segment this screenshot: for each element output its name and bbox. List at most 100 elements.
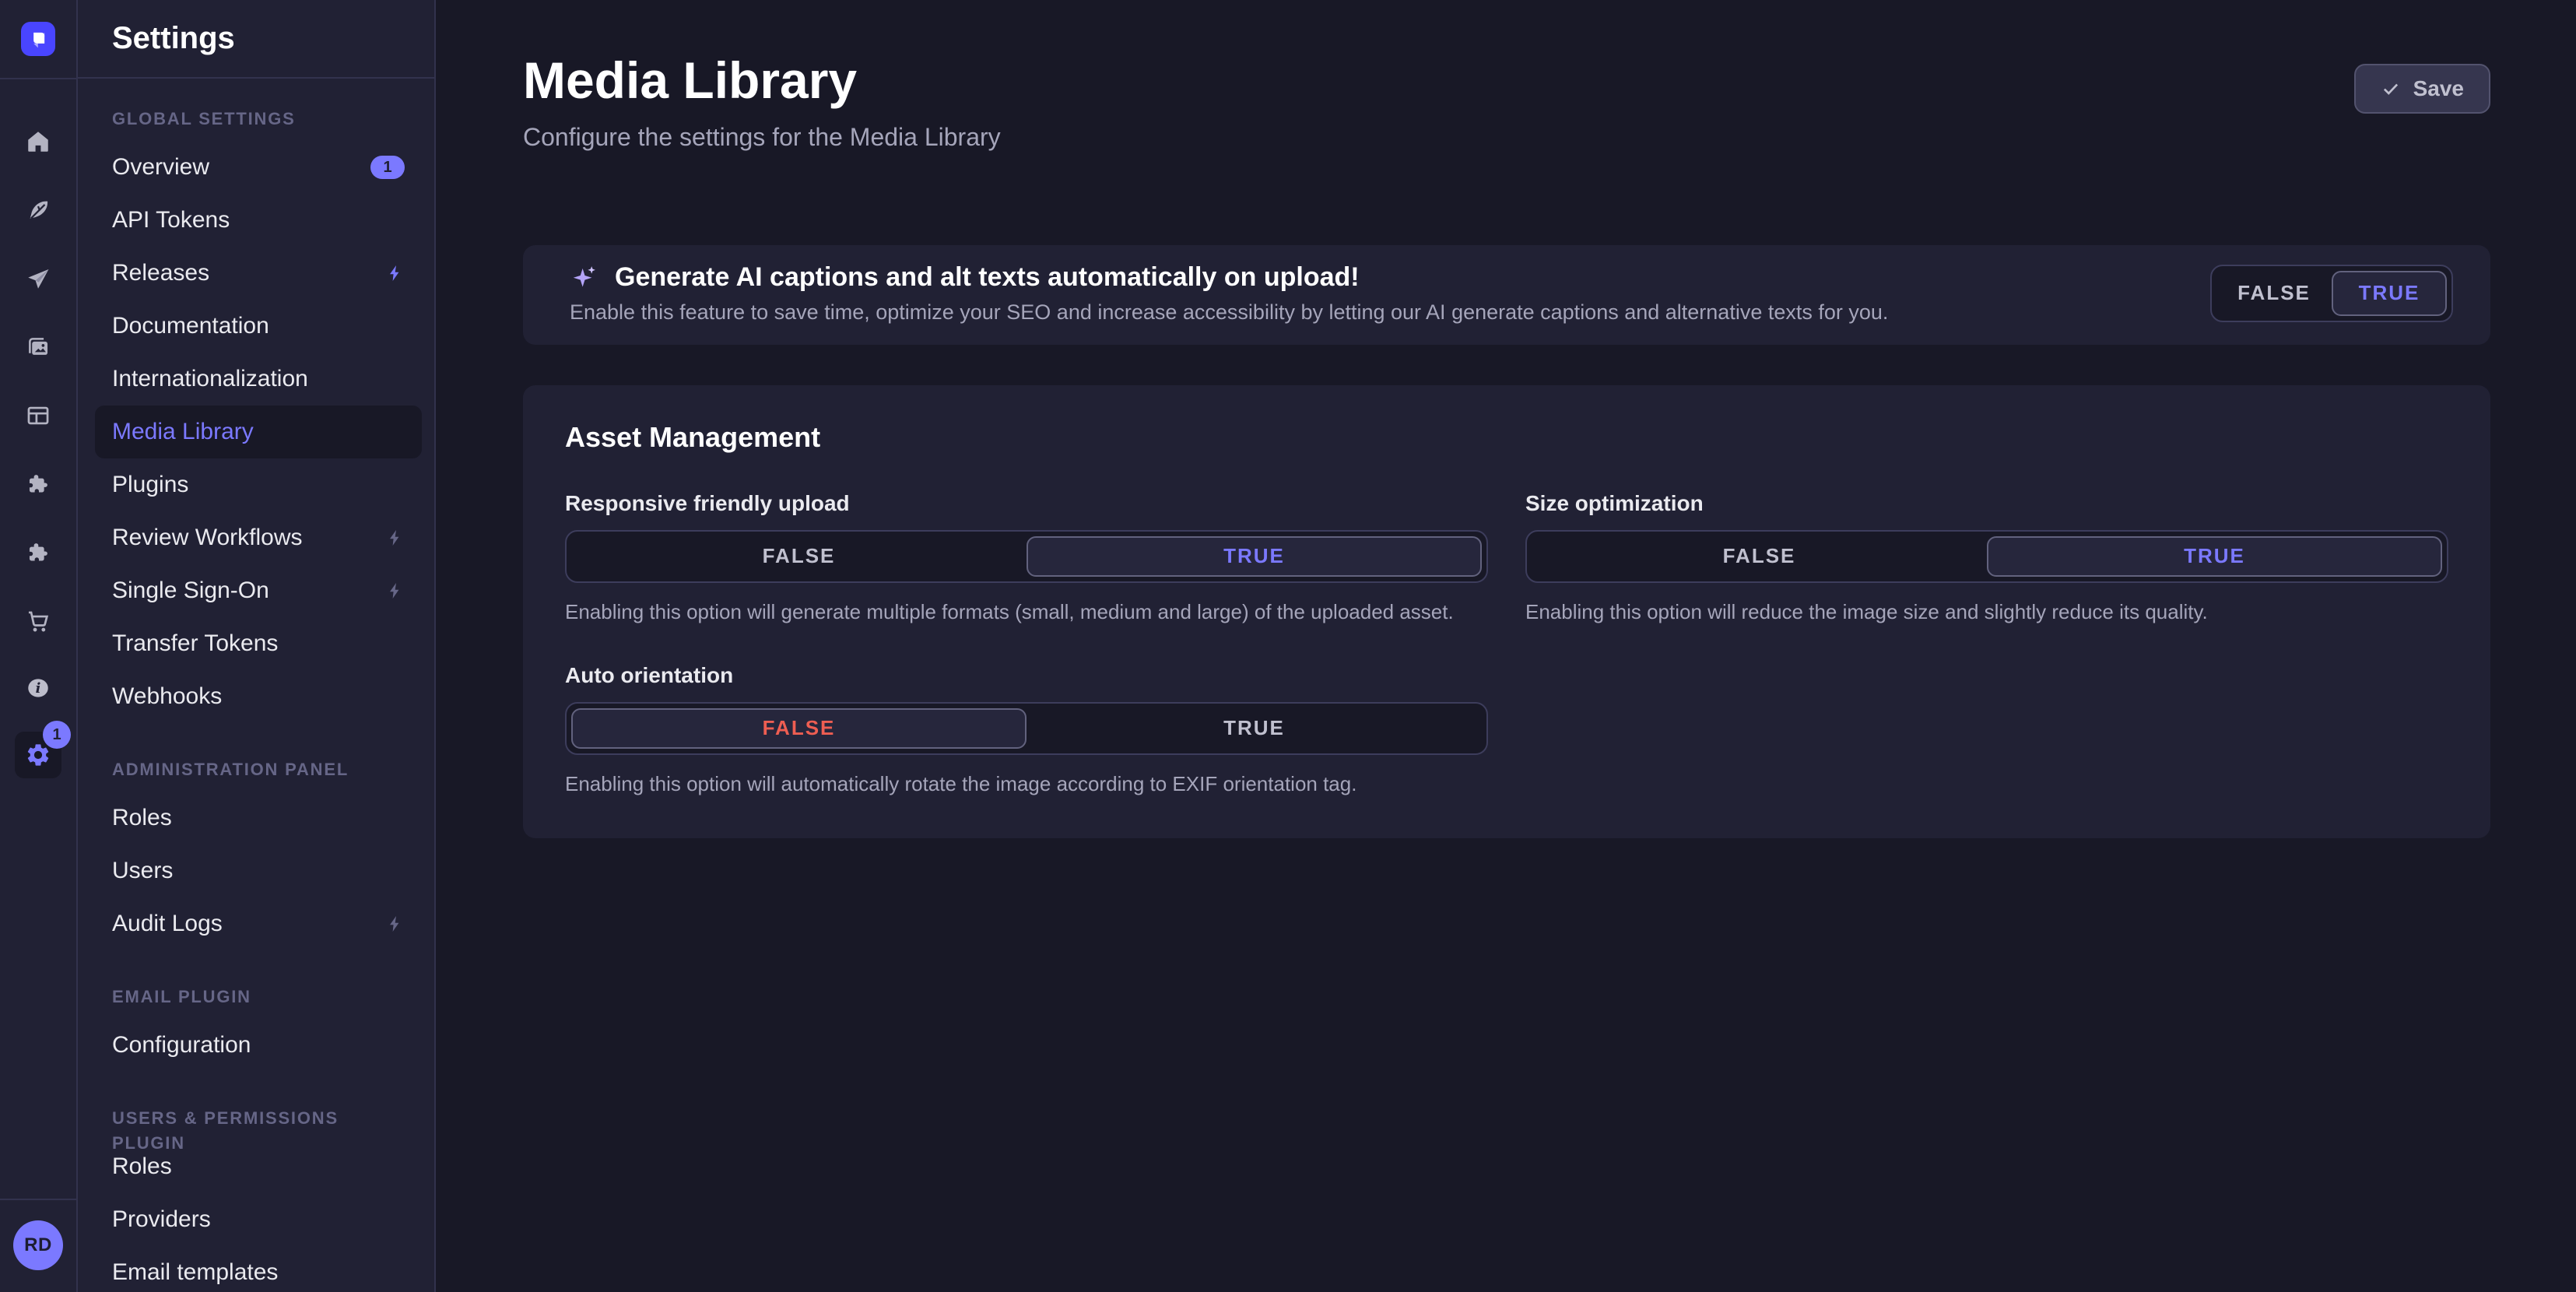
sidebar-item-label: API Tokens [112,207,405,233]
cart-icon[interactable] [15,598,61,644]
page-header: Media Library Configure the settings for… [523,0,2490,152]
panel-title: Asset Management [565,421,2448,454]
sidebar-item-label: Email templates [112,1259,405,1286]
toggle-option-false[interactable]: FALSE [2216,271,2332,316]
sidebar-item-api-tokens[interactable]: API Tokens [95,194,422,247]
page-header-text: Media Library Configure the settings for… [523,51,1001,152]
sidebar-item-label: Internationalization [112,366,405,392]
sidebar-item-releases[interactable]: Releases [95,247,422,300]
sidebar-header: Settings [78,0,434,79]
sidebar-item-label: Audit Logs [112,911,386,937]
toggle-option-true[interactable]: TRUE [1027,708,1482,749]
sidebar-section-label: Administration panel [78,757,434,782]
auto-orientation-toggle[interactable]: FALSE TRUE [565,702,1488,755]
sidebar-item-plugins[interactable]: Plugins [95,458,422,511]
strapi-logo-icon[interactable] [21,22,55,56]
sidebar-item-roles[interactable]: Roles [95,792,422,844]
sidebar-item-overview[interactable]: Overview1 [95,141,422,194]
rail-footer: RD [0,1199,76,1292]
lightning-bolt-icon [386,581,405,600]
responsive-friendly-upload-toggle[interactable]: FALSE TRUE [565,530,1488,583]
sidebar-title: Settings [112,21,235,56]
size-optimization-toggle[interactable]: FALSE TRUE [1525,530,2448,583]
sidebar-item-label: Users [112,858,405,884]
ai-banner-text: Generate AI captions and alt texts autom… [570,262,1888,325]
toggle-option-true[interactable]: TRUE [1987,536,2442,577]
home-icon[interactable] [15,118,61,165]
nav-rail: i 1 RD [0,0,78,1292]
strapi-logo-glyph [27,28,49,50]
sidebar-item-email-templates[interactable]: Email templates [95,1246,422,1292]
sidebar-section-label: Global settings [78,107,434,132]
sidebar-item-label: Roles [112,805,405,831]
app-root: i 1 RD Settings Global settings Overview1… [0,0,2576,1292]
media-library-icon[interactable] [15,324,61,370]
settings-notification-badge: 1 [43,721,71,749]
sidebar-item-review-workflows[interactable]: Review Workflows [95,511,422,564]
sidebar-item-audit-logs[interactable]: Audit Logs [95,897,422,950]
plugins-puzzle-icon[interactable] [15,461,61,507]
sidebar-item-label: Transfer Tokens [112,630,405,657]
sidebar-item-providers[interactable]: Providers [95,1193,422,1246]
lightning-bolt-icon [386,528,405,547]
sidebar-item-label: Providers [112,1206,405,1233]
main-content: Media Library Configure the settings for… [436,0,2576,1292]
toggle-option-true[interactable]: TRUE [2332,271,2447,316]
lightning-bolt-icon [386,915,405,933]
toggle-option-false[interactable]: FALSE [571,708,1027,749]
paper-plane-icon[interactable] [15,255,61,302]
sidebar-section-label: Users & Permissions plugin [78,1106,434,1131]
sidebar-item-label: Plugins [112,472,405,498]
sidebar-item-media-library[interactable]: Media Library [95,406,422,458]
sidebar-item-documentation[interactable]: Documentation [95,300,422,353]
field-label: Size optimization [1525,491,2448,516]
sidebar-item-label: Single Sign-On [112,578,386,604]
fields-grid: Responsive friendly upload FALSE TRUE En… [565,491,2448,796]
page-title: Media Library [523,51,1001,111]
ai-captions-toggle[interactable]: FALSE TRUE [2210,265,2453,322]
feather-icon[interactable] [15,187,61,233]
field-label: Responsive friendly upload [565,491,1488,516]
sidebar-item-users[interactable]: Users [95,844,422,897]
toggle-option-false[interactable]: FALSE [571,536,1027,577]
settings-sidebar: Settings Global settings Overview1 API Tok… [78,0,436,1292]
sidebar-item-single-sign-on[interactable]: Single Sign-On [95,564,422,617]
settings-gear-icon[interactable]: 1 [15,732,61,778]
content-type-builder-icon[interactable] [15,392,61,439]
sidebar-item-label: Webhooks [112,683,405,710]
ai-banner: Generate AI captions and alt texts autom… [523,245,2490,345]
toggle-option-true[interactable]: TRUE [1027,536,1482,577]
field-label: Auto orientation [565,663,1488,688]
user-avatar[interactable]: RD [13,1220,63,1270]
info-icon[interactable]: i [15,665,61,711]
sidebar-section-label: Email plugin [78,985,434,1009]
ai-banner-title: Generate AI captions and alt texts autom… [615,262,1360,293]
marketplace-puzzle-icon[interactable] [15,529,61,576]
sidebar-sections: Global settings Overview1 API Tokens Releas… [78,79,434,1292]
svg-text:i: i [36,680,41,697]
toggle-option-false[interactable]: FALSE [1532,536,1987,577]
sidebar-item-label: Roles [112,1153,405,1180]
sidebar-item-configuration[interactable]: Configuration [95,1019,422,1072]
save-button[interactable]: Save [2354,64,2490,114]
field-size-optimization: Size optimization FALSE TRUE Enabling th… [1525,491,2448,624]
sparkles-icon [570,262,599,292]
field-auto-orientation: Auto orientation FALSE TRUE Enabling thi… [565,663,1488,796]
sidebar-item-label: Releases [112,260,386,286]
sidebar-item-webhooks[interactable]: Webhooks [95,670,422,723]
sidebar-item-transfer-tokens[interactable]: Transfer Tokens [95,617,422,670]
save-button-label: Save [2413,76,2464,101]
page-subtitle: Configure the settings for the Media Lib… [523,123,1001,152]
check-icon [2381,79,2401,99]
field-responsive-friendly-upload: Responsive friendly upload FALSE TRUE En… [565,491,1488,624]
sidebar-item-label: Review Workflows [112,525,386,551]
field-hint: Enabling this option will automatically … [565,772,1488,796]
sidebar-item-label: Configuration [112,1032,405,1059]
ai-banner-title-row: Generate AI captions and alt texts autom… [570,262,1888,293]
sidebar-item-internationalization[interactable]: Internationalization [95,353,422,406]
lightning-bolt-icon [386,264,405,283]
sidebar-item-label: Media Library [112,419,405,445]
rail-header [0,0,76,79]
field-hint: Enabling this option will generate multi… [565,600,1488,624]
sidebar-item-label: Documentation [112,313,405,339]
